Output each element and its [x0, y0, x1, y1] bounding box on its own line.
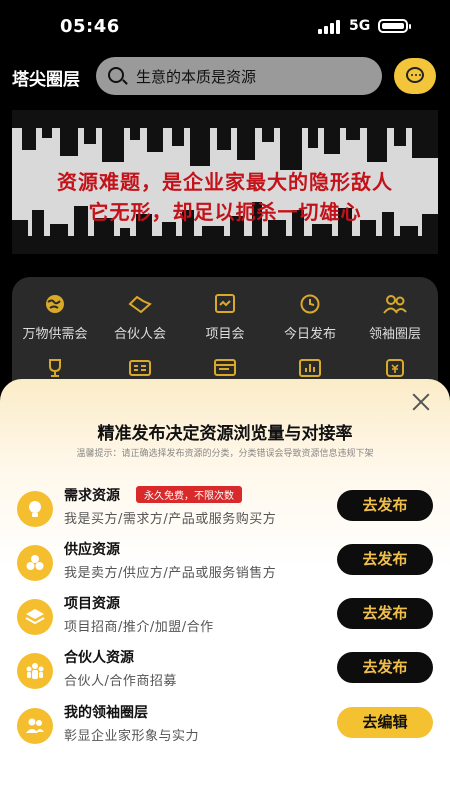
option-leader-circle[interactable]: 我的领袖圈层 彰显企业家形象与实力 去编辑 [0, 702, 450, 756]
option-desc: 项目招商/推介/加盟/合作 [64, 620, 214, 635]
category-item-7[interactable] [97, 357, 183, 379]
category-item-9[interactable] [267, 357, 353, 379]
layers-icon [17, 599, 53, 635]
coins-icon [17, 545, 53, 581]
option-name: 供应资源 [64, 542, 120, 558]
category-label: 今日发布 [283, 327, 336, 342]
status-bar: 05:46 5G [0, 0, 450, 52]
chart-icon [299, 359, 321, 377]
chat-bubble-icon [406, 67, 424, 83]
option-project[interactable]: 项目资源 项目招商/推介/加盟/合作 去发布 [0, 593, 450, 647]
search-placeholder: 生意的本质是资源 [136, 68, 257, 86]
option-name: 我的领袖圈层 [64, 705, 148, 721]
search-bar[interactable]: 生意的本质是资源 [96, 57, 382, 95]
banner-subline: 它无形，却足以扼杀一切雄心 [88, 200, 362, 224]
sheet-title: 精准发布决定资源浏览量与对接率 [97, 424, 353, 444]
clock-icon [300, 294, 320, 314]
category-label: 领袖圈层 [368, 327, 421, 342]
id-card-icon [129, 360, 151, 376]
option-demand[interactable]: 需求资源 永久免费，不限次数 我是买方/需求方/产品或服务购买方 去发布 [0, 485, 450, 539]
option-desc: 我是买方/需求方/产品或服务购买方 [64, 512, 277, 527]
project-icon [215, 294, 235, 313]
option-desc: 合伙人/合作商招募 [64, 674, 177, 689]
group-icon [17, 653, 53, 689]
option-name: 需求资源 [64, 488, 120, 504]
option-name: 项目资源 [64, 596, 120, 612]
battery-icon [378, 19, 411, 33]
status-time: 05:46 [60, 16, 120, 37]
banner-headline: 资源难题，是企业家最大的隐形敌人 [57, 170, 393, 194]
globe-icon [46, 295, 64, 313]
category-item-leaders[interactable]: 领袖圈层 [352, 293, 438, 342]
publish-partner-button[interactable]: 去发布 [337, 652, 433, 683]
category-label: 项目会 [205, 327, 245, 342]
search-icon [108, 67, 124, 83]
promo-banner[interactable]: 资源难题，是企业家最大的隐形敌人 它无形，却足以扼杀一切雄心 [12, 110, 438, 254]
trophy-icon [49, 359, 61, 377]
team-icon [17, 708, 53, 744]
close-icon[interactable] [410, 391, 432, 413]
category-item-supply-demand[interactable]: 万物供需会 [12, 293, 98, 342]
people-icon [383, 295, 407, 314]
browser-icon [214, 359, 236, 376]
publish-supply-button[interactable]: 去发布 [337, 544, 433, 575]
category-item-8[interactable] [182, 357, 268, 379]
publish-project-button[interactable]: 去发布 [337, 598, 433, 629]
app-title: 塔尖圈层 [12, 70, 80, 90]
category-item-10[interactable] [352, 357, 438, 379]
option-name: 合伙人资源 [64, 650, 134, 666]
option-desc: 彰显企业家形象与实力 [64, 729, 200, 744]
edit-leader-circle-button[interactable]: 去编辑 [337, 707, 433, 738]
sheet-hint: 温馨提示：请正确选择发布资源的分类，分类错误会导致资源信息违规下架 [76, 449, 374, 459]
option-partner[interactable]: 合伙人资源 合伙人/合作商招募 去发布 [0, 647, 450, 701]
option-desc: 我是卖方/供应方/产品或服务销售方 [64, 566, 277, 581]
option-supply[interactable]: 供应资源 我是卖方/供应方/产品或服务销售方 去发布 [0, 539, 450, 593]
publish-demand-button[interactable]: 去发布 [337, 490, 433, 521]
publish-sheet: 精准发布决定资源浏览量与对接率 温馨提示：请正确选择发布资源的分类，分类错误会导… [0, 379, 450, 800]
coin-icon [386, 359, 404, 377]
category-item-today[interactable]: 今日发布 [267, 293, 353, 342]
bulb-icon [17, 491, 53, 527]
message-button[interactable] [394, 58, 436, 94]
handshake-icon [128, 295, 152, 314]
category-item-partner[interactable]: 合伙人会 [97, 293, 183, 342]
category-label: 万物供需会 [22, 327, 88, 342]
signal-icon [318, 20, 342, 34]
free-badge: 永久免费，不限次数 [136, 486, 242, 503]
category-label: 合伙人会 [113, 327, 166, 342]
category-item-6[interactable] [12, 357, 98, 379]
category-item-project[interactable]: 项目会 [182, 293, 268, 342]
network-label: 5G [349, 18, 371, 34]
